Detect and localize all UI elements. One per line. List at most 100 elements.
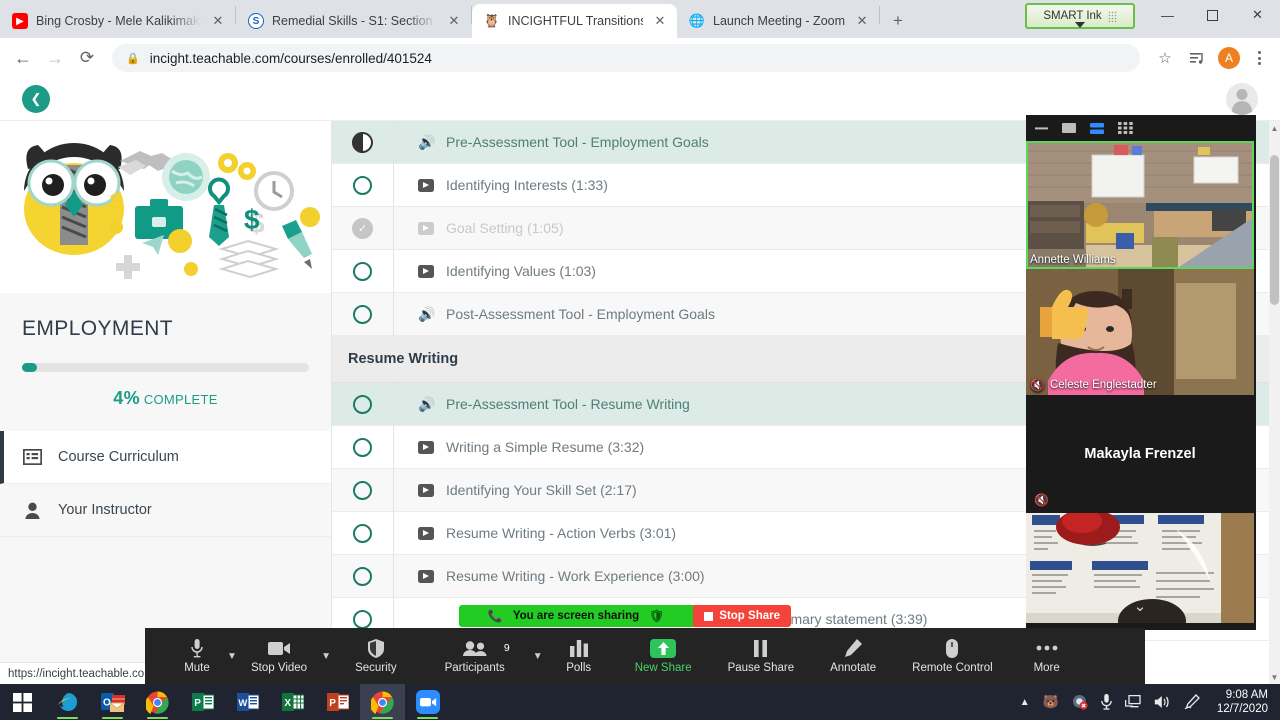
page-scrollbar[interactable]: ▲ ▼ [1269, 121, 1280, 684]
user-avatar[interactable] [1226, 83, 1258, 115]
minimize-icon[interactable] [1035, 126, 1048, 130]
zoom-participant-tile[interactable]: Makayla Frenzel 🔇 [1026, 395, 1254, 513]
security-button[interactable]: Security [349, 638, 403, 674]
lesson-status[interactable] [332, 163, 394, 207]
active-speaker-icon[interactable] [1090, 122, 1104, 134]
annotate-button[interactable]: Annotate [824, 638, 882, 674]
reload-icon[interactable]: ⟳ [72, 43, 102, 73]
chrome-menu-icon[interactable] [1246, 43, 1272, 73]
scroll-down-arrow[interactable]: ▼ [1269, 670, 1280, 684]
lesson-status[interactable] [332, 468, 394, 512]
reading-list-glyph [1189, 52, 1203, 64]
lesson-label-wrap: Goal Setting (1:05) [394, 220, 564, 236]
lesson-status[interactable] [332, 554, 394, 598]
lesson-status[interactable] [332, 121, 394, 164]
lesson-label: Identifying Interests (1:33) [446, 177, 608, 193]
back-to-courses-button[interactable]: ❮ [22, 85, 50, 113]
sidebar-item-course-curriculum[interactable]: Course Curriculum [0, 431, 331, 484]
browser-tab-0[interactable]: ▶ Bing Crosby - Mele Kalikimaka (H ✕ [0, 4, 235, 38]
powerpoint-icon[interactable]: P [315, 684, 360, 720]
drag-grip-icon[interactable] [1107, 10, 1117, 22]
taskbar-clock[interactable]: 9:08 AM 12/7/2020 [1213, 688, 1268, 717]
browser-tab-3[interactable]: 🌐 Launch Meeting - Zoom ✕ [677, 4, 880, 38]
zoom-icon[interactable] [405, 684, 450, 720]
tab-close-button[interactable]: ✕ [853, 12, 871, 30]
bookmark-star-icon[interactable]: ☆ [1150, 43, 1180, 73]
sidebar-item-your-instructor[interactable]: Your Instructor [0, 484, 331, 537]
tab-close-button[interactable]: ✕ [209, 12, 227, 30]
tab-close-button[interactable]: ✕ [445, 12, 463, 30]
volume-icon[interactable] [1154, 695, 1171, 709]
bear-tray-icon[interactable]: 🐻 [1043, 694, 1059, 710]
owl-icon: 🦉 [483, 13, 501, 28]
pause-share-button[interactable]: Pause Share [722, 638, 801, 674]
lesson-label: Pre-Assessment Tool - Employment Goals [446, 134, 709, 150]
lesson-status[interactable] [332, 382, 394, 426]
lesson-label: Identifying Your Skill Set (2:17) [446, 482, 637, 498]
lesson-status[interactable]: ✓ [332, 206, 394, 250]
stop-video-button[interactable]: Stop Video [245, 638, 313, 674]
profile-avatar[interactable]: A [1214, 43, 1244, 73]
show-hidden-icons-chevron-up-icon[interactable]: ▲ [1020, 697, 1030, 708]
lesson-label: Goal Setting (1:05) [446, 220, 564, 236]
chevron-down-icon[interactable]: ⌄ [1134, 597, 1147, 615]
lesson-label: Pre-Assessment Tool - Resume Writing [446, 396, 690, 412]
network-icon[interactable] [1124, 695, 1141, 709]
new-tab-button[interactable]: + [884, 7, 912, 35]
incomplete-circle-icon [353, 566, 372, 586]
sidebar-item-label: Course Curriculum [58, 449, 179, 465]
new-share-button[interactable]: New Share [629, 638, 698, 674]
chrome-icon[interactable] [135, 684, 180, 720]
zoom-participant-tile[interactable]: Annette Williams [1026, 141, 1254, 269]
stop-share-button[interactable]: Stop Share [693, 605, 791, 627]
mute-options-chevron-down-icon[interactable]: ▼ [219, 628, 245, 684]
browser-tab-2[interactable]: 🦉 INCIGHTFUL Transitions ✕ [472, 4, 677, 38]
more-button[interactable]: More [1025, 638, 1069, 674]
close-window-button[interactable]: ✕ [1235, 0, 1280, 30]
publisher-icon[interactable]: P [180, 684, 225, 720]
smart-ink-pen-icon[interactable] [1184, 694, 1200, 710]
mute-button[interactable]: Mute [175, 638, 219, 674]
back-navigation-icon[interactable]: ← [8, 43, 38, 73]
remote-control-label: Remote Control [912, 662, 993, 674]
pause-icon [753, 638, 768, 658]
zoom-participant-tile[interactable]: 🔇 Celeste Englestadter [1026, 269, 1254, 395]
lesson-status[interactable] [332, 511, 394, 555]
lesson-status[interactable] [332, 249, 394, 293]
tab-separator [879, 6, 881, 24]
video-options-chevron-down-icon[interactable]: ▼ [313, 628, 339, 684]
lesson-status[interactable] [332, 292, 394, 336]
forward-navigation-icon[interactable]: → [40, 43, 70, 73]
tab-close-button[interactable]: ✕ [651, 12, 669, 30]
stop-square-icon [704, 611, 714, 621]
minimize-button[interactable]: — [1145, 0, 1190, 30]
address-bar[interactable]: 🔒 incight.teachable.com/courses/enrolled… [112, 44, 1140, 72]
microphone-tray-icon[interactable] [1100, 694, 1112, 710]
remote-control-button[interactable]: Remote Control [906, 638, 999, 674]
scroll-up-arrow[interactable]: ▲ [1269, 121, 1280, 135]
reading-list-icon[interactable] [1182, 43, 1212, 73]
scrollbar-thumb[interactable] [1270, 155, 1279, 305]
maximize-button[interactable] [1190, 0, 1235, 30]
zoom-participant-tile[interactable]: ⌄ [1026, 513, 1254, 623]
lesson-status[interactable] [332, 425, 394, 469]
browser-tab-1[interactable]: S Remedial Skills - S1: Section 9-1 ✕ [236, 4, 471, 38]
mouse-icon [946, 638, 959, 658]
smart-board-error-icon[interactable] [1072, 694, 1088, 710]
internet-explorer-icon[interactable] [45, 684, 90, 720]
incomplete-circle-icon [353, 609, 372, 629]
incomplete-circle-icon [353, 480, 372, 500]
browser-toolbar: ← → ⟳ 🔒 incight.teachable.com/courses/en… [0, 38, 1280, 78]
participants-options-chevron-down-icon[interactable]: ▼ [525, 628, 551, 684]
outlook-icon[interactable]: O [90, 684, 135, 720]
polls-button[interactable]: Polls [557, 638, 601, 674]
participants-button[interactable]: 9 Participants [439, 638, 511, 674]
gallery-view-icon[interactable] [1118, 122, 1133, 134]
excel-icon[interactable]: X [270, 684, 315, 720]
video-icon [418, 569, 434, 583]
start-button[interactable] [0, 684, 45, 720]
single-view-icon[interactable] [1062, 123, 1076, 133]
chrome-active-icon[interactable] [360, 684, 405, 720]
word-icon[interactable]: W [225, 684, 270, 720]
smart-ink-toolbar[interactable]: SMART Ink [1025, 3, 1135, 29]
